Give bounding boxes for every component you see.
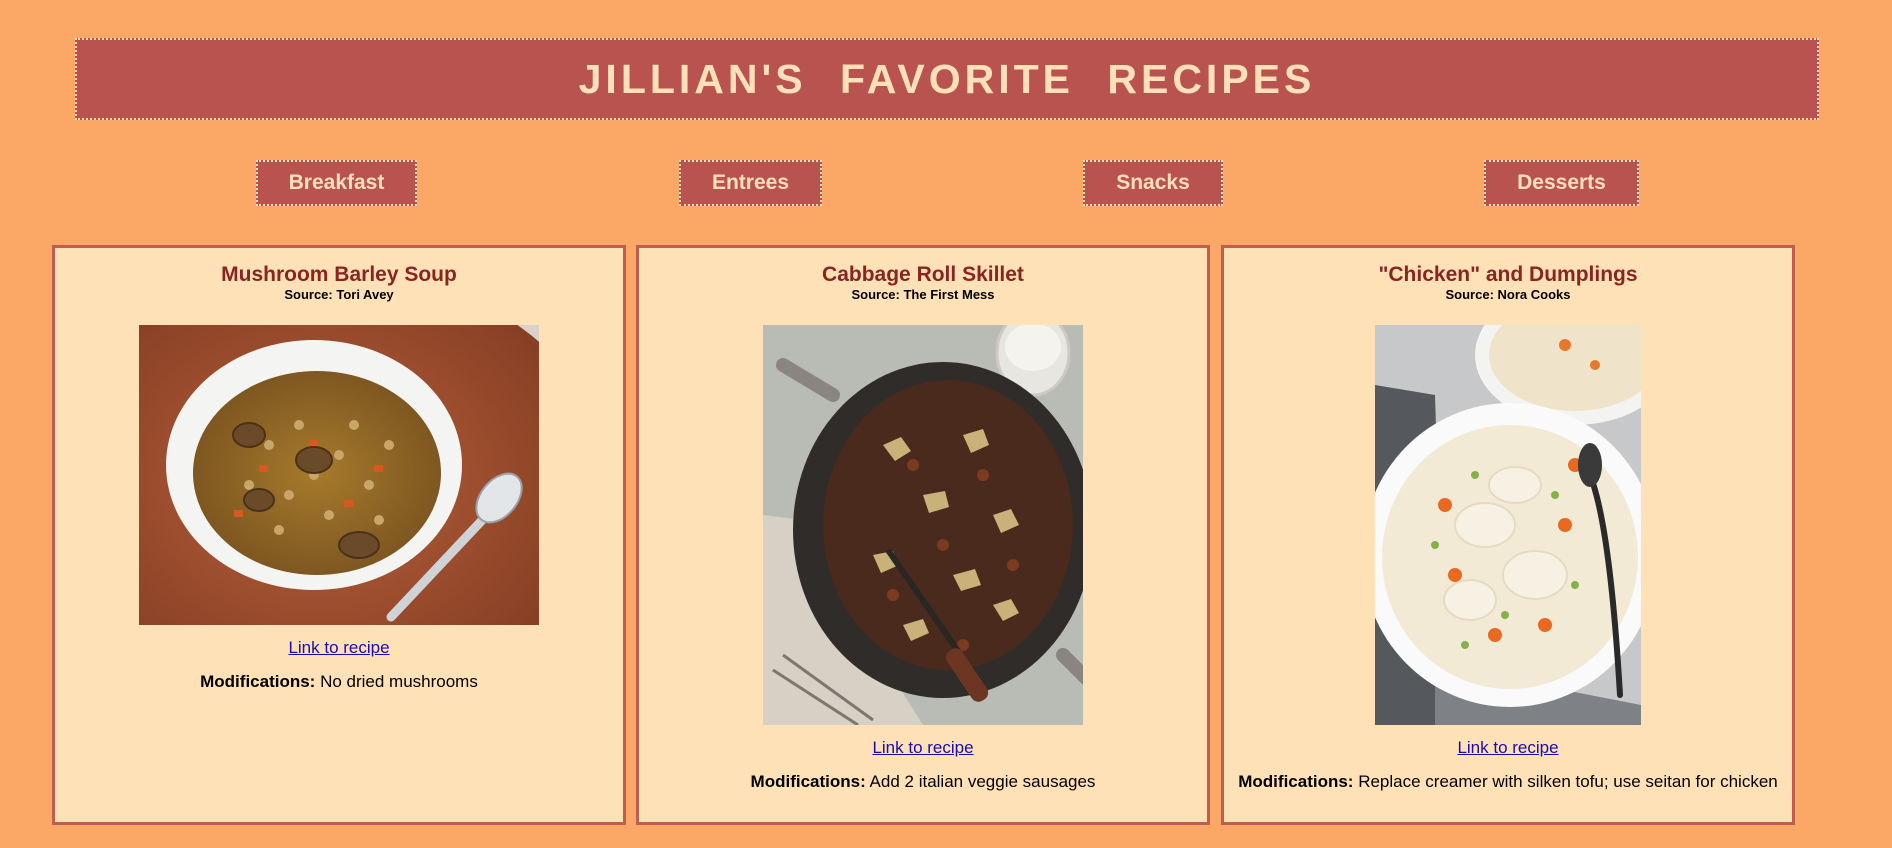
modifications-label: Modifications:	[200, 672, 316, 691]
recipe-link[interactable]: Link to recipe	[1457, 738, 1558, 758]
recipe-modifications: Modifications: Add 2 italian veggie saus…	[639, 772, 1207, 792]
recipe-source: Source: Nora Cooks	[1445, 287, 1571, 302]
recipe-card-mushroom-barley-soup: Mushroom Barley Soup Source: Tori Avey L…	[52, 245, 626, 825]
nav-snacks-button[interactable]: Snacks	[1083, 160, 1223, 206]
recipe-modifications: Modifications: No dried mushrooms	[55, 672, 623, 692]
modifications-label: Modifications:	[1238, 772, 1354, 791]
recipe-source: Source: Tori Avey	[284, 287, 394, 302]
modifications-text: No dried mushrooms	[315, 672, 478, 691]
recipe-title: Mushroom Barley Soup	[221, 263, 457, 286]
recipe-title: "Chicken" and Dumplings	[1378, 263, 1638, 286]
recipes-page: JILLIAN'S FAVORITE RECIPES Breakfast Ent…	[0, 0, 1892, 848]
modifications-label: Modifications:	[750, 772, 866, 791]
recipe-title: Cabbage Roll Skillet	[822, 263, 1024, 286]
nav-desserts-button[interactable]: Desserts	[1484, 160, 1639, 206]
recipe-photo-soup	[139, 325, 539, 625]
recipe-card-cabbage-roll-skillet: Cabbage Roll Skillet Source: The First M…	[636, 245, 1210, 825]
header-banner: JILLIAN'S FAVORITE RECIPES	[75, 38, 1819, 120]
nav-breakfast-button[interactable]: Breakfast	[256, 160, 417, 206]
modifications-text: Add 2 italian veggie sausages	[865, 772, 1096, 791]
recipe-source: Source: The First Mess	[851, 287, 995, 302]
recipe-link[interactable]: Link to recipe	[288, 638, 389, 658]
recipe-photo-dumplings	[1375, 325, 1641, 725]
recipe-card-chicken-and-dumplings: "Chicken" and Dumplings Source: Nora Coo…	[1221, 245, 1795, 825]
page-title: JILLIAN'S FAVORITE RECIPES	[578, 55, 1316, 102]
modifications-text: Replace creamer with silken tofu; use se…	[1353, 772, 1778, 791]
recipe-modifications: Modifications: Replace creamer with silk…	[1224, 772, 1792, 792]
recipe-photo-skillet	[763, 325, 1083, 725]
nav-entrees-button[interactable]: Entrees	[679, 160, 822, 206]
recipe-link[interactable]: Link to recipe	[872, 738, 973, 758]
